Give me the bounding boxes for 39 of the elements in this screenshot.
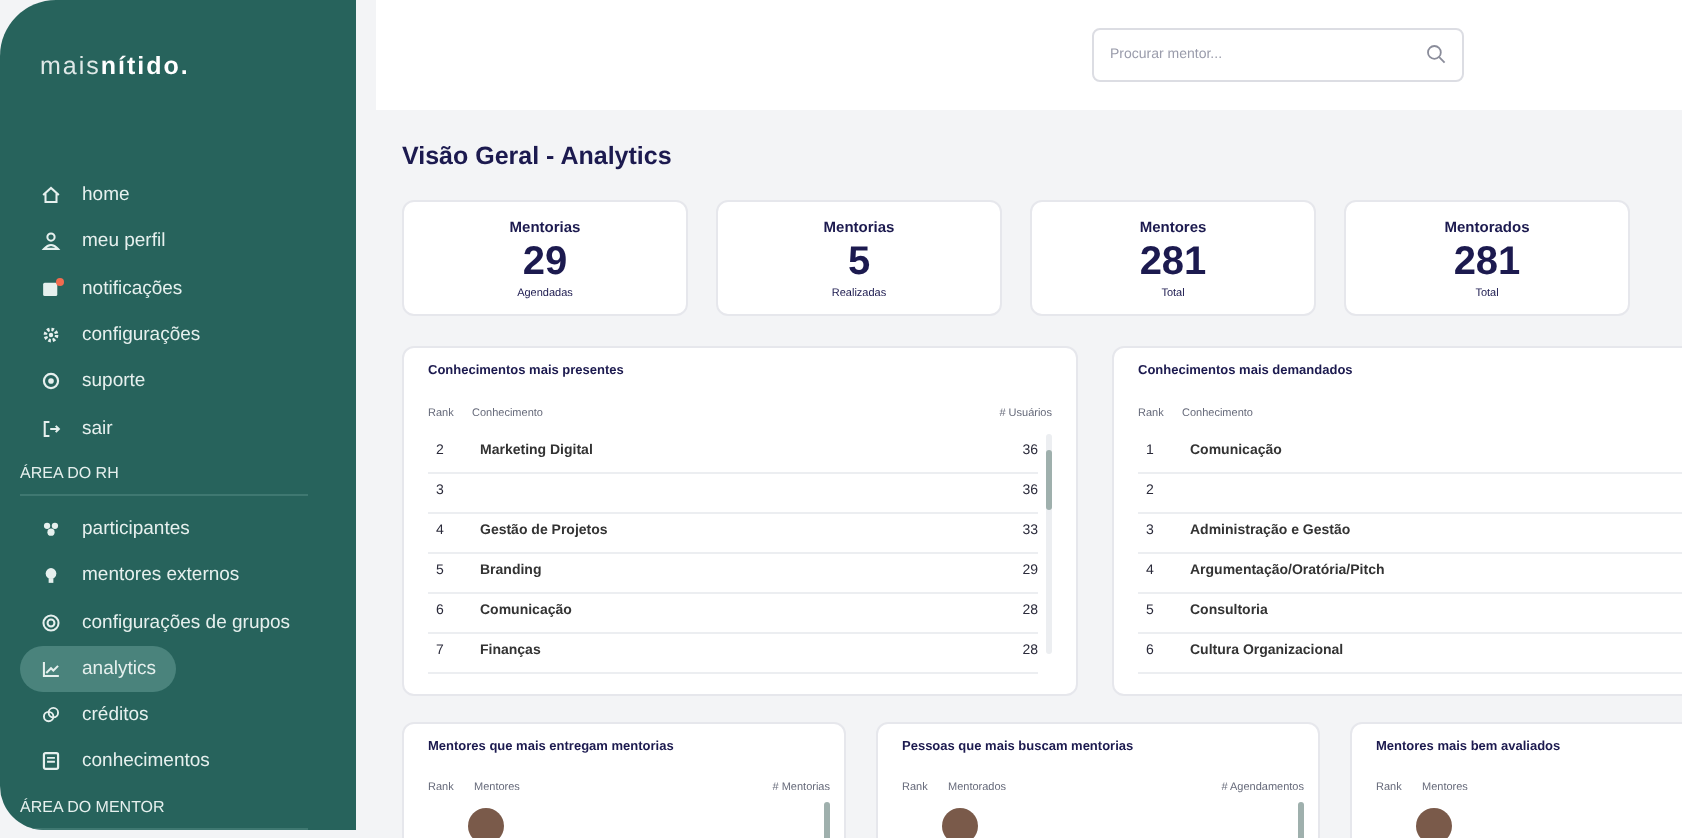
chart-icon: [40, 657, 62, 680]
nav-item[interactable]: conhecimentos: [20, 738, 230, 786]
avatar: [468, 807, 504, 838]
section-heading: ÁREA DO MENTOR: [20, 797, 165, 816]
person-icon: [40, 230, 62, 253]
gear-icon: [40, 324, 62, 347]
nav-item[interactable]: participantes: [20, 505, 210, 553]
scrollbar[interactable]: [824, 801, 830, 838]
lightbulb-icon: [40, 564, 62, 587]
logo: maisnítido.: [40, 52, 190, 80]
home-icon: [40, 184, 62, 207]
avatar: [1416, 807, 1452, 838]
nav-item[interactable]: créditos: [20, 691, 169, 739]
support-icon: [40, 370, 62, 393]
nav-item[interactable]: notificações: [20, 265, 203, 312]
stat-value: 281: [1139, 240, 1207, 286]
coins-icon: [40, 704, 62, 727]
avatar: [942, 807, 978, 838]
stat-value: 281: [1453, 240, 1521, 286]
people-icon: [40, 517, 62, 540]
stat-value: 29: [522, 240, 568, 286]
nav-item[interactable]: configurações: [20, 311, 221, 359]
nav-item[interactable]: configurações de grupos: [20, 598, 311, 646]
page-title: Visão Geral - Analytics: [402, 142, 672, 170]
nav-item[interactable]: sair: [20, 404, 133, 452]
target-icon: [40, 611, 62, 634]
stat-value: 5: [847, 240, 871, 286]
scrollbar[interactable]: [1298, 801, 1304, 838]
notification-icon: [40, 277, 62, 300]
scrollbar[interactable]: [1046, 433, 1052, 654]
section-heading: ÁREA DO RH: [20, 463, 119, 482]
logout-icon: [40, 417, 62, 440]
nav-item[interactable]: analytics: [20, 645, 176, 692]
search-icon: [1426, 44, 1446, 64]
nav-item[interactable]: suporte: [20, 358, 166, 405]
book-icon: [40, 750, 62, 773]
nav-item[interactable]: home: [20, 172, 150, 219]
nav-item[interactable]: mentores externos: [20, 552, 260, 599]
nav-item[interactable]: meu perfil: [20, 218, 186, 266]
